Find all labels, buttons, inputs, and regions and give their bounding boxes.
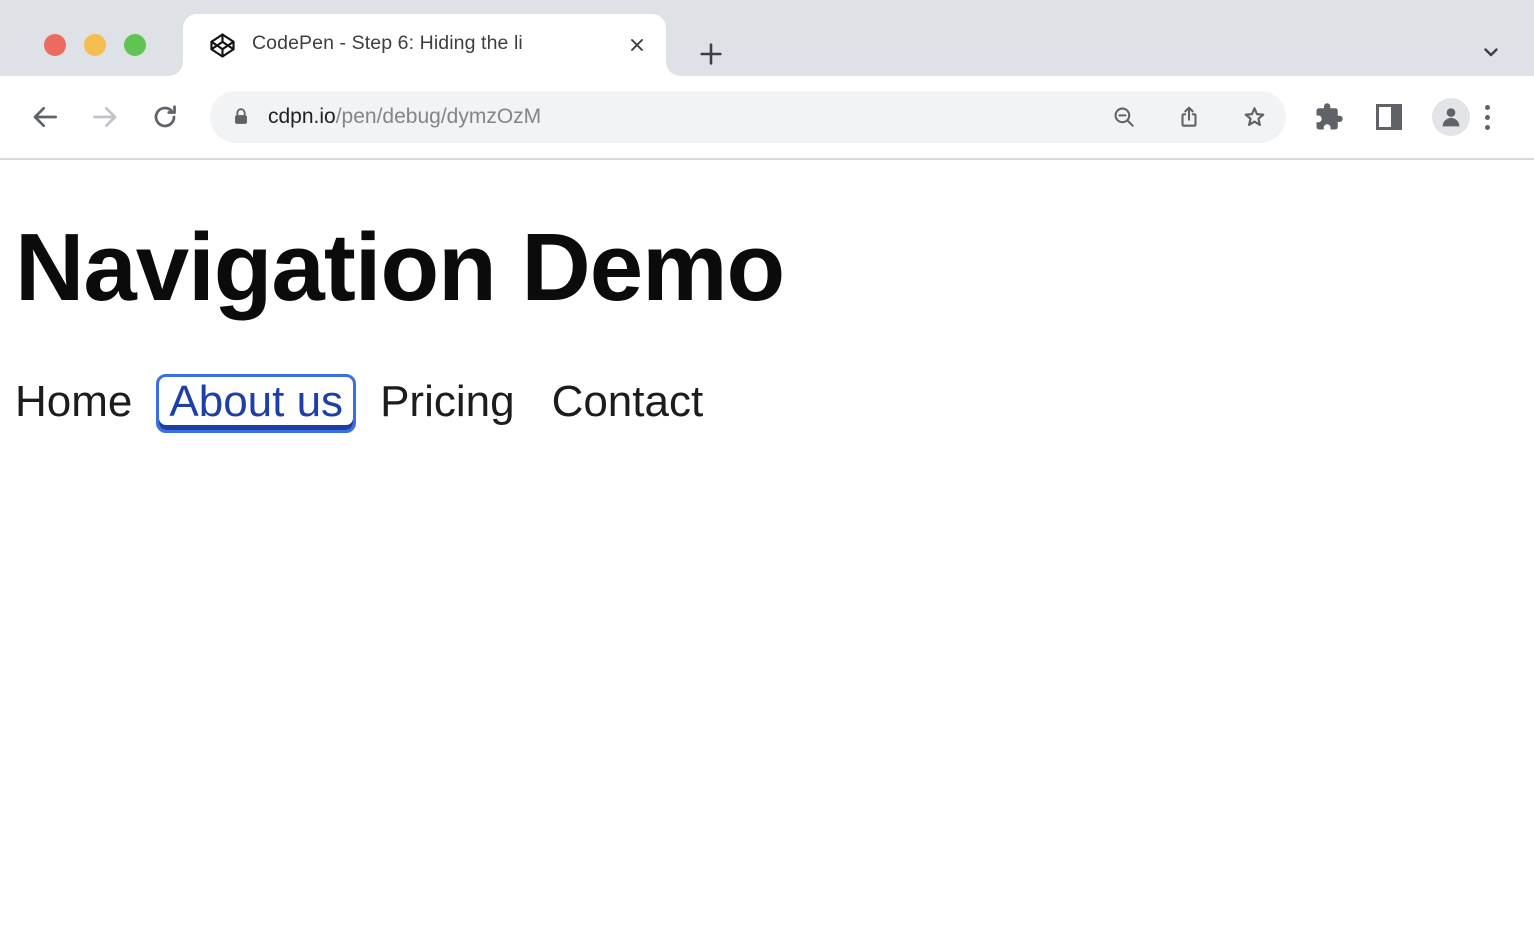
- kebab-menu-icon[interactable]: [1470, 100, 1504, 134]
- lock-icon[interactable]: [230, 106, 252, 128]
- share-icon[interactable]: [1175, 103, 1203, 131]
- url-path: /pen/debug/dymzOzM: [336, 105, 541, 128]
- profile-avatar-icon[interactable]: [1432, 98, 1470, 136]
- nav-link-pricing[interactable]: Pricing: [380, 380, 515, 424]
- page-title: Navigation Demo: [15, 218, 1534, 318]
- back-arrow-icon[interactable]: [28, 100, 62, 134]
- page-content: Navigation Demo Home About us Pricing Co…: [0, 218, 1534, 424]
- bookmark-star-icon[interactable]: [1240, 103, 1268, 131]
- url-host: cdpn.io: [268, 105, 336, 128]
- nav-item: Home: [15, 380, 132, 424]
- extensions-puzzle-icon[interactable]: [1312, 100, 1346, 134]
- nav-list: Home About us Pricing Contact: [15, 380, 1534, 424]
- toolbar-separator: [0, 158, 1534, 160]
- site-navigation: Home About us Pricing Contact: [15, 380, 1534, 424]
- codepen-logo-icon: [209, 32, 236, 59]
- nav-link-home[interactable]: Home: [15, 380, 132, 424]
- window-controls: [44, 34, 146, 56]
- toolbar-right-cluster: [1312, 98, 1504, 136]
- window-minimize-button[interactable]: [84, 34, 106, 56]
- tab-close-icon[interactable]: [624, 32, 650, 58]
- browser-toolbar: cdpn.io/pen/debug/dymzOzM: [0, 76, 1534, 158]
- url-text: cdpn.io/pen/debug/dymzOzM: [268, 105, 1073, 129]
- browser-window: CodePen - Step 6: Hiding the li: [0, 0, 1534, 950]
- new-tab-plus-icon[interactable]: [696, 39, 726, 69]
- zoom-out-icon[interactable]: [1110, 103, 1138, 131]
- reload-icon[interactable]: [148, 100, 182, 134]
- nav-link-about-us[interactable]: About us: [156, 374, 356, 433]
- address-bar[interactable]: cdpn.io/pen/debug/dymzOzM: [210, 91, 1286, 143]
- tab-strip: CodePen - Step 6: Hiding the li: [0, 0, 1534, 76]
- side-panel-icon[interactable]: [1372, 100, 1406, 134]
- nav-item: Contact: [552, 380, 704, 424]
- window-close-button[interactable]: [44, 34, 66, 56]
- nav-item: Pricing: [380, 380, 515, 424]
- nav-item: About us: [169, 380, 343, 424]
- tab-search-chevron-icon[interactable]: [1477, 38, 1505, 66]
- forward-arrow-icon[interactable]: [88, 100, 122, 134]
- nav-link-contact[interactable]: Contact: [552, 380, 704, 424]
- tab-title-wrap: CodePen - Step 6: Hiding the li: [252, 32, 614, 58]
- window-zoom-button[interactable]: [124, 34, 146, 56]
- tab-title: CodePen - Step 6: Hiding the li: [252, 32, 523, 54]
- browser-tab[interactable]: CodePen - Step 6: Hiding the li: [183, 14, 666, 76]
